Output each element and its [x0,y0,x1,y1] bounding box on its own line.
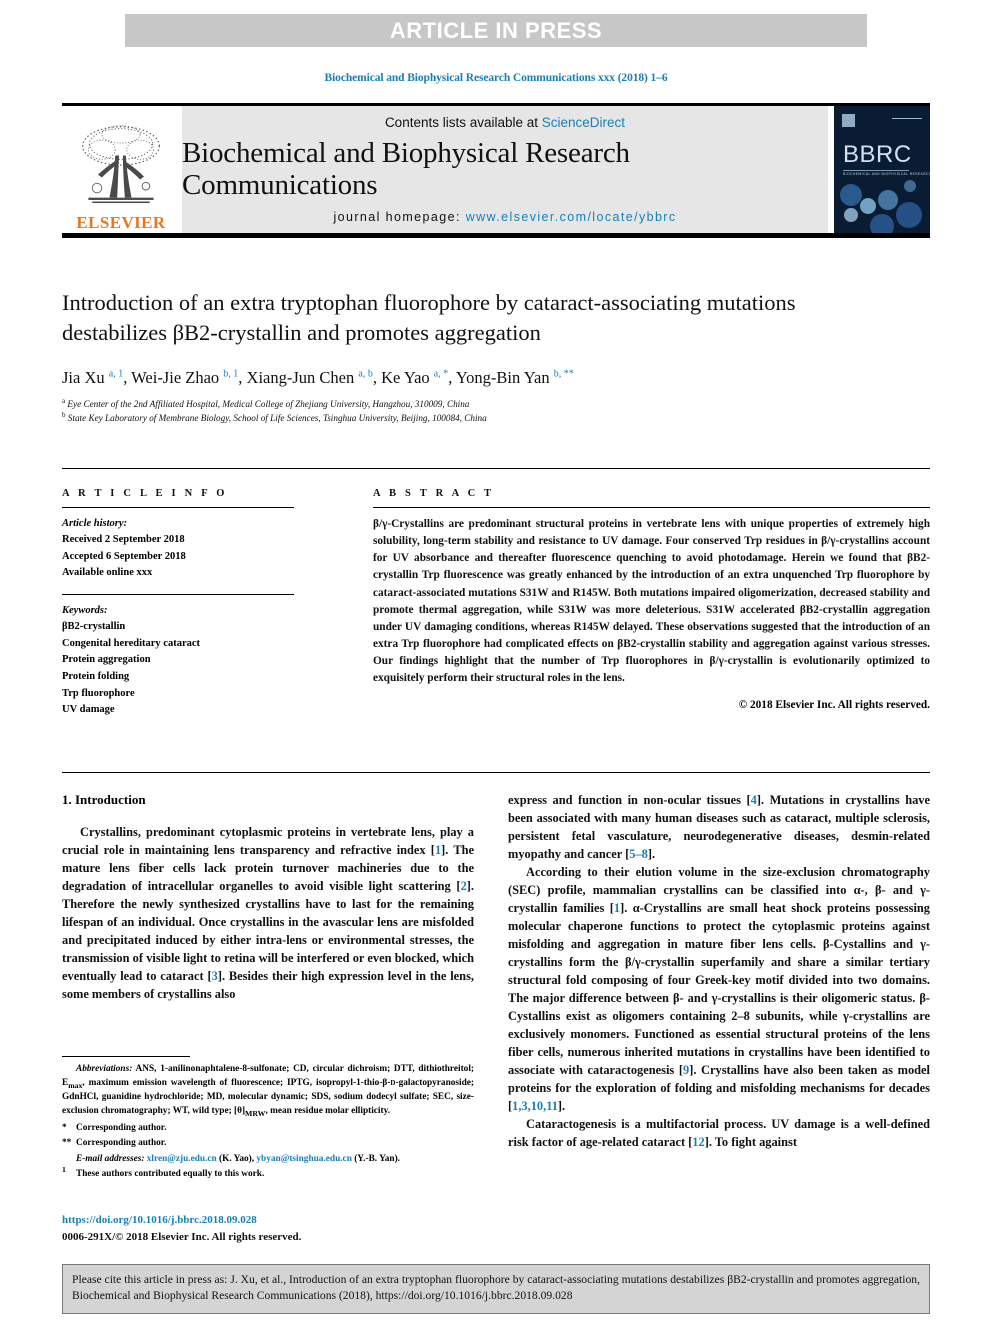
affiliation-a: a Eye Center of the 2nd Affiliated Hospi… [62,396,802,412]
body-paragraph: express and function in non-ocular tissu… [508,793,930,861]
abstract-column: A B S T R A C T β/γ-Crystallins are pred… [373,488,930,711]
article-info-hairline [62,507,294,508]
cover-bokeh [870,214,894,233]
contents-list-line: Contents lists available at ScienceDirec… [385,115,625,130]
history-received: Received 2 September 2018 [62,534,185,546]
running-head: Biochemical and Biophysical Research Com… [324,72,668,84]
author-list: Jia Xu a, 1, Wei-Jie Zhao b, 1, Xiang-Ju… [62,368,574,388]
info-section-top-rule [62,468,930,469]
affiliation-mark-b: b [62,410,66,419]
issn-copyright: 0006-291X/© 2018 Elsevier Inc. All right… [62,1230,302,1243]
body-paragraph: Cataractogenesis is a multifactorial pro… [508,1116,930,1149]
keyword-item: UV damage [62,704,115,716]
contents-prefix: Contents lists available at [384,115,542,130]
homepage-url-link[interactable]: www.elsevier.com/locate/ybbrc [466,210,677,224]
history-available-online: Available online xxx [62,567,153,579]
journal-homepage-line: journal homepage: www.elsevier.com/locat… [333,210,676,224]
cover-bokeh [896,202,922,228]
citation-box: Please cite this article in press as: J.… [62,1264,930,1314]
elsevier-wordmark: ELSEVIER [76,213,166,232]
email-link-yan[interactable]: ybyan@tsinghua.edu.cn [256,1154,351,1164]
doi-link[interactable]: https://doi.org/10.1016/j.bbrc.2018.09.0… [62,1212,482,1229]
equal-contribution-label: These authors contributed equally to thi… [76,1169,265,1180]
abstract-copyright: © 2018 Elsevier Inc. All rights reserved… [738,698,930,711]
keywords-hairline [62,594,294,595]
paper-title: Introduction of an extra tryptophan fluo… [62,290,796,345]
footnote-rule [62,1056,190,1057]
cover-bokeh [844,208,858,222]
body-paragraph: Crystallins, predominant cytoplasmic pro… [62,825,474,1001]
affiliation-b: b State Key Laboratory of Membrane Biolo… [62,410,802,426]
affiliation-text-b: State Key Laboratory of Membrane Biology… [67,412,487,423]
cover-top-rule [892,118,922,119]
sciencedirect-link[interactable]: ScienceDirect [542,115,625,130]
doi-block: https://doi.org/10.1016/j.bbrc.2018.09.0… [62,1212,482,1245]
masthead-bottom-rule [62,233,930,238]
keyword-item: Protein aggregation [62,654,151,666]
masthead-center: Contents lists available at ScienceDirec… [182,106,828,233]
equal-contribution-note: 1 These authors contributed equally to th… [62,1164,474,1181]
corresponding-author-label-1: Corresponding author. [76,1122,167,1133]
keyword-item: βB2-crystallin [62,621,126,633]
paper-page: ARTICLE IN PRESS Biochemical and Biophys… [0,0,992,1323]
keyword-item: Protein folding [62,671,130,682]
email-owner-yao: (K. Yao), [219,1153,255,1164]
cover-subtitle: BIOCHEMICAL AND BIOPHYSICAL RESEARCH COM… [843,172,930,176]
corresponding-author-note-2: ** Corresponding author. [62,1136,474,1150]
article-info-column: A R T I C L E I N F O Article history: R… [62,488,294,719]
corresponding-author-note-1: * Corresponding author. [62,1121,474,1135]
affiliation-mark-a: a [62,396,66,405]
corresponding-author-label-2: Corresponding author. [76,1138,167,1149]
asterisk-icon: * [62,1122,67,1133]
abstract-heading: A B S T R A C T [373,488,495,499]
introduction-heading: 1. Introduction [62,792,146,807]
article-in-press-banner: ARTICLE IN PRESS [125,14,867,47]
title-block: Introduction of an extra tryptophan fluo… [62,288,802,425]
journal-title: Biochemical and Biophysical Research Com… [182,137,630,201]
history-accepted: Accepted 6 September 2018 [62,550,186,562]
abstract-text: β/γ-Crystallins are predominant structur… [373,518,930,685]
body-column-left: 1. Introduction Crystallins, predominant… [62,792,474,1004]
double-asterisk-icon: ** [62,1138,72,1149]
elsevier-logo: ELSEVIER [62,106,180,233]
email-addresses-label: E-mail addresses: [76,1153,145,1164]
cover-title-underline [843,170,909,171]
journal-cover-image: BBRC BIOCHEMICAL AND BIOPHYSICAL RESEARC… [834,106,930,233]
article-in-press-label: ARTICLE IN PRESS [389,17,603,43]
cover-bbrc-title: BBRC [843,141,912,168]
cover-bokeh [840,184,862,206]
cover-bokeh [878,190,898,210]
email-link-yao[interactable]: xlren@zju.edu.cn [147,1154,217,1164]
keywords-block: Keywords: βB2-crystallin Congenital here… [62,594,294,719]
footnote-mark-1: 1 [62,1164,66,1174]
body-paragraph: According to their elution volume in the… [508,864,930,1113]
keyword-item: Congenital hereditary cataract [62,637,201,649]
body-section-top-rule [62,772,930,773]
journal-masthead: ELSEVIER Contents lists available at Sci… [62,103,930,238]
keyword-item: Trp fluorophore [62,687,135,699]
email-addresses-note: E-mail addresses: xlren@zju.edu.cn (K. Y… [62,1152,474,1166]
article-info-heading: A R T I C L E I N F O [62,488,228,499]
cover-bokeh [904,180,916,192]
email-owner-yan: (Y.-B. Yan). [354,1153,400,1164]
affiliation-text-a: Eye Center of the 2nd Affiliated Hospita… [67,398,470,409]
body-column-right: express and function in non-ocular tissu… [508,792,930,1152]
homepage-label: journal homepage: [333,210,466,224]
article-history-label: Article history: [62,518,128,529]
abstract-hairline [373,507,930,508]
cover-emblem-icon [842,114,855,127]
footnotes-block: Abbreviations: ANS, 1-anilinonaphtalene-… [62,1056,474,1181]
abbreviations-note: Abbreviations: ANS, 1-anilinonaphtalene-… [62,1064,474,1119]
citation-text: Please cite this article in press as: J.… [72,1273,920,1303]
elsevier-tree-icon [82,125,160,204]
cover-bokeh [860,198,876,214]
keywords-label: Keywords: [62,605,108,616]
